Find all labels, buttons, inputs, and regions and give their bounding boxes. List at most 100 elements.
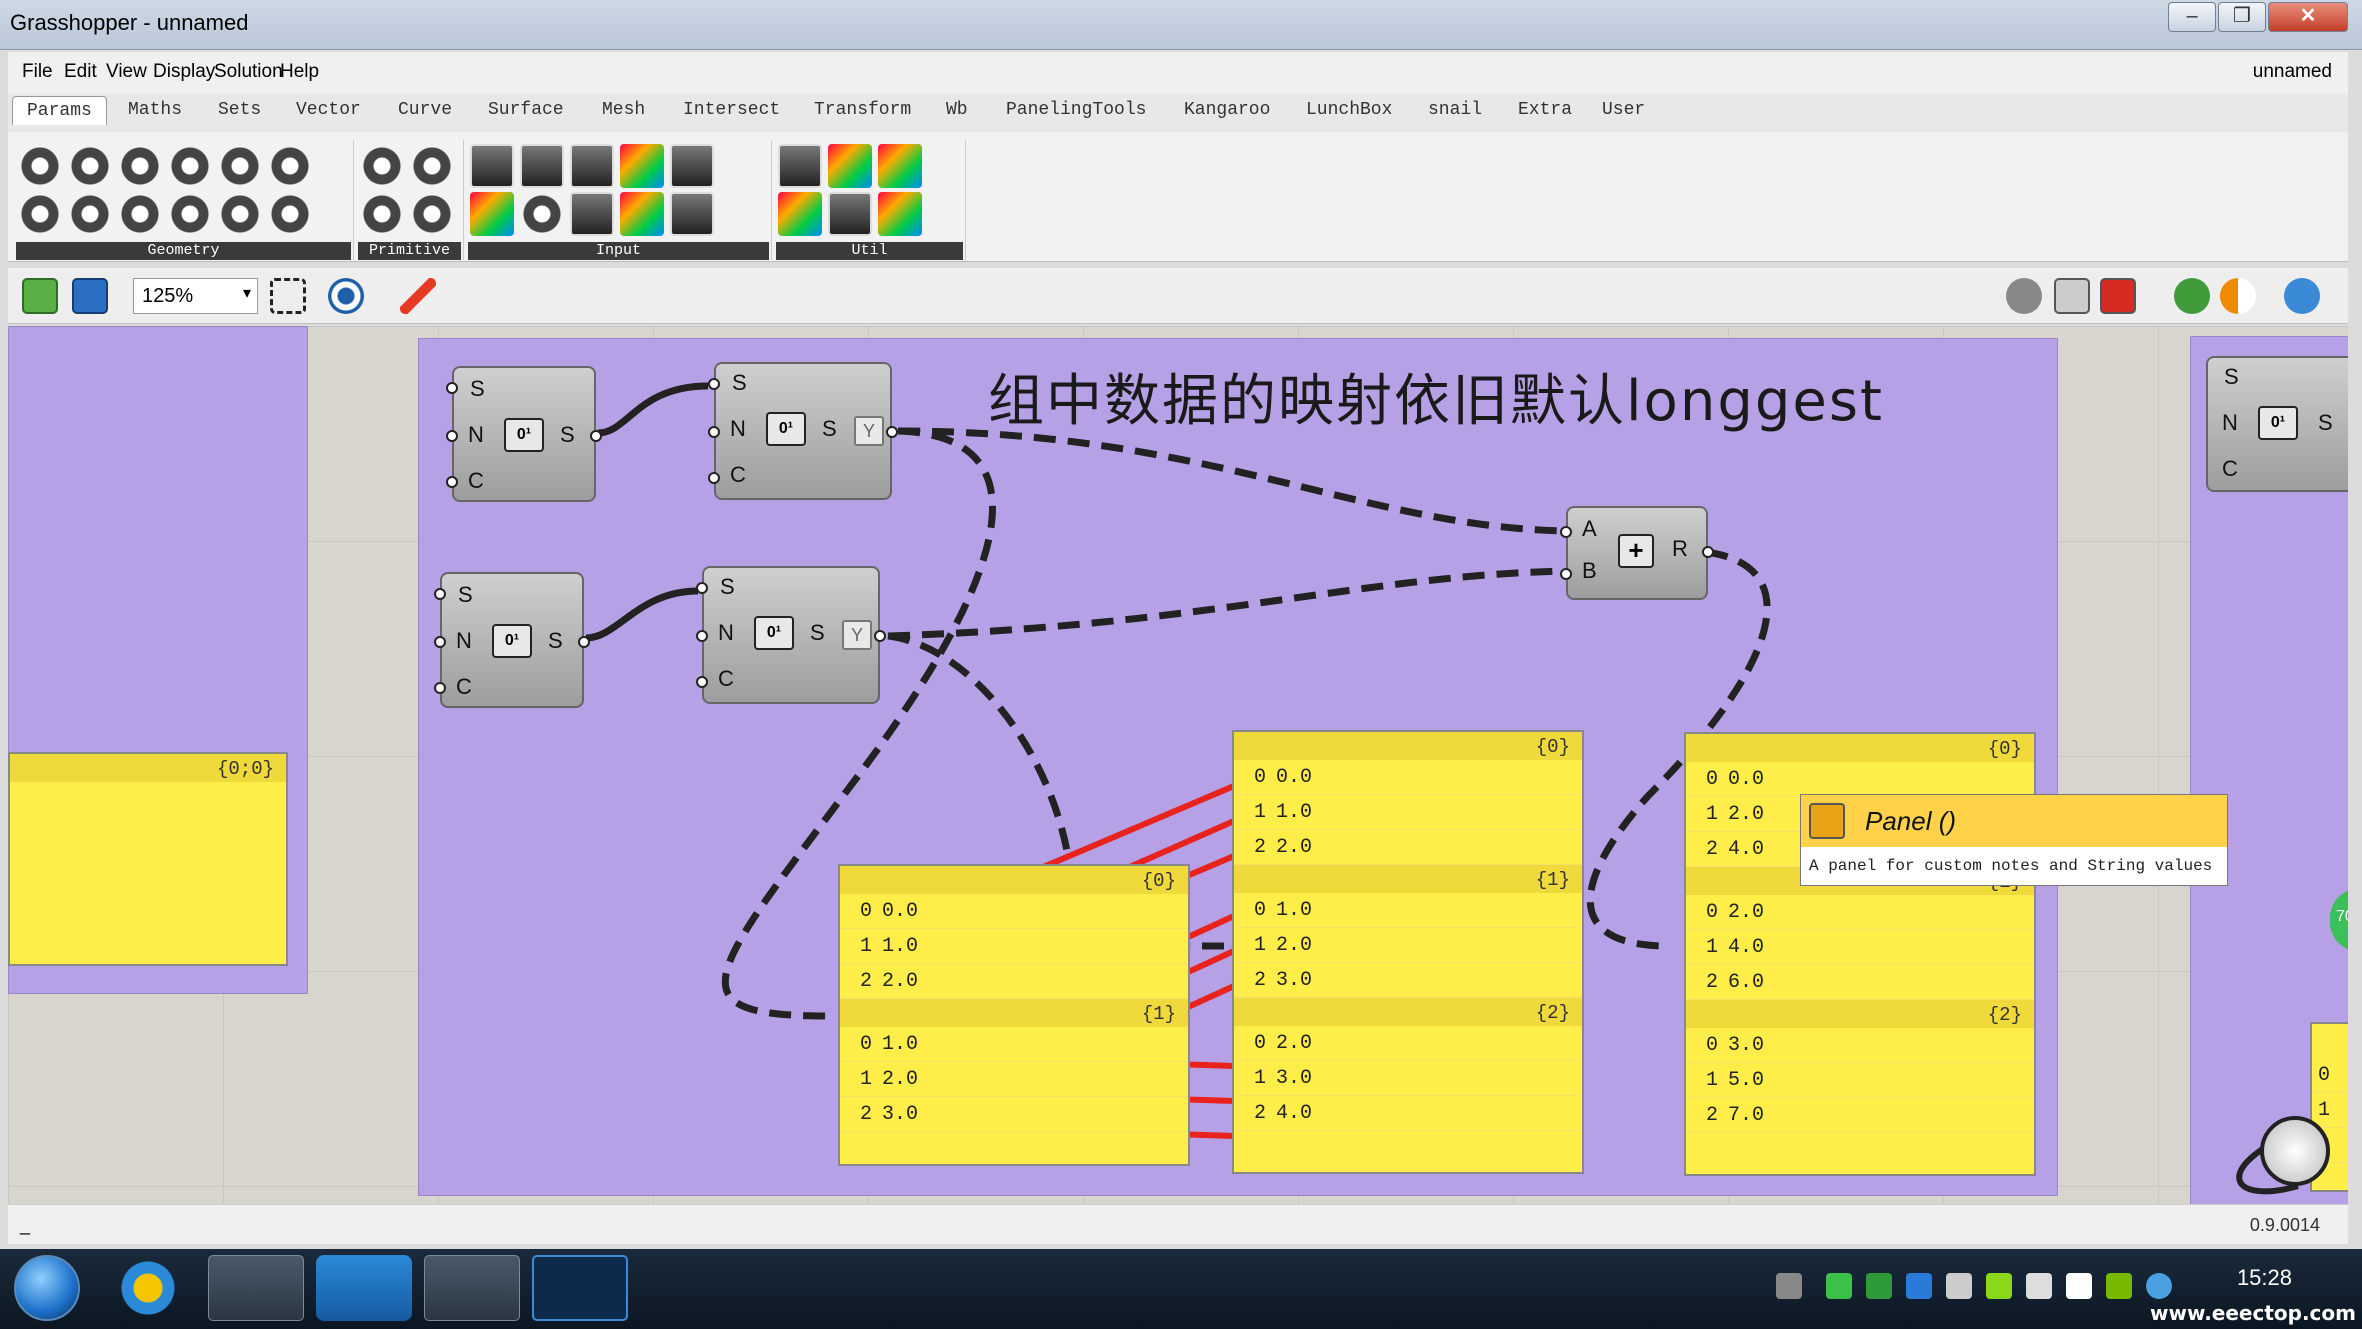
menu-display[interactable]: Display (153, 61, 215, 83)
series-component[interactable]: S N C 0¹ S Y (708, 362, 898, 500)
app-grasshopper-icon[interactable] (208, 1255, 304, 1321)
app-cloud-icon[interactable] (316, 1255, 412, 1321)
preview-eye-icon[interactable] (328, 278, 364, 314)
group-icon[interactable] (268, 192, 312, 236)
tab-vector[interactable]: Vector (296, 100, 361, 120)
signal-icon[interactable] (2066, 1273, 2092, 1299)
graph-icon[interactable] (778, 192, 822, 236)
shield-icon[interactable] (1866, 1273, 1892, 1299)
grasshopper-canvas[interactable]: 组中数据的映射依旧默认longgest {0;0} S N C 0¹ S S N… (8, 326, 2348, 1204)
slider-icon[interactable] (520, 192, 564, 236)
wire[interactable] (887, 567, 1565, 640)
minimize-button[interactable]: ‒ (2168, 2, 2216, 32)
tab-snail[interactable]: snail (1428, 100, 1482, 120)
field-icon[interactable] (218, 192, 262, 236)
device-icon[interactable] (2026, 1273, 2052, 1299)
tab-extra[interactable]: Extra (1518, 100, 1572, 120)
tab-curve[interactable]: Curve (398, 100, 452, 120)
menu-file[interactable]: File (22, 61, 53, 83)
mesh-settings-icon[interactable] (2284, 278, 2320, 314)
tab-transform[interactable]: Transform (814, 100, 911, 120)
dial-knob-icon[interactable] (2260, 1116, 2330, 1186)
addition-component[interactable]: A B + R (1560, 506, 1714, 600)
tab-sets[interactable]: Sets (218, 100, 261, 120)
ribbon-label-util[interactable]: Util (776, 242, 963, 260)
circle-icon[interactable] (68, 144, 112, 188)
menu-edit[interactable]: Edit (64, 61, 97, 83)
wire[interactable] (887, 632, 1072, 857)
sketch-pen-icon[interactable] (400, 278, 436, 314)
geometry-icon[interactable] (18, 144, 62, 188)
button-icon[interactable] (520, 144, 564, 188)
tree-icon[interactable] (778, 144, 822, 188)
app-rhino-icon[interactable] (424, 1255, 520, 1321)
ribbon-label-primitive[interactable]: Primitive (358, 242, 461, 260)
panel-icon[interactable] (470, 192, 514, 236)
wire[interactable] (597, 382, 709, 437)
plane-icon[interactable] (68, 192, 112, 236)
point-icon[interactable] (168, 192, 212, 236)
import-icon[interactable] (470, 144, 514, 188)
wire[interactable] (897, 427, 1565, 535)
tab-lunchbox[interactable]: LunchBox (1306, 100, 1392, 120)
colour-swatch-icon[interactable] (620, 192, 664, 236)
graph-mapper-icon[interactable] (670, 144, 714, 188)
tab-surface[interactable]: Surface (488, 100, 564, 120)
integer-icon[interactable] (360, 192, 404, 236)
tab-wb[interactable]: Wb (946, 100, 968, 120)
app-icon-1[interactable] (100, 1255, 196, 1321)
preview-selected-icon[interactable] (2100, 278, 2136, 314)
text-icon[interactable] (410, 192, 454, 236)
cloud-sync-icon[interactable] (1906, 1273, 1932, 1299)
network-icon[interactable] (2146, 1273, 2172, 1299)
brep-icon[interactable] (118, 144, 162, 188)
start-button[interactable] (14, 1255, 80, 1321)
series-component[interactable]: S N C 0¹ S (446, 366, 602, 502)
tab-user[interactable]: User (1602, 100, 1645, 120)
tab-intersect[interactable]: Intersect (683, 100, 780, 120)
render-icon[interactable] (2220, 278, 2256, 314)
boolean-icon[interactable] (360, 144, 404, 188)
series-component[interactable]: S N C 0¹ S (434, 572, 590, 708)
series-component[interactable]: S N C 0¹ S Y (696, 566, 886, 704)
clock[interactable]: 15:28 (2237, 1265, 2292, 1291)
volume-icon[interactable] (1946, 1273, 1972, 1299)
gradient-icon[interactable] (620, 144, 664, 188)
plus-tray-icon[interactable] (1986, 1273, 2012, 1299)
preview-shaded-icon[interactable] (2054, 278, 2090, 314)
legend-icon[interactable] (828, 144, 872, 188)
menu-view[interactable]: View (106, 61, 147, 83)
app-photoshop-icon[interactable] (532, 1255, 628, 1321)
read-file-icon[interactable] (670, 192, 714, 236)
box-icon[interactable] (218, 144, 262, 188)
bake-icon[interactable] (2174, 278, 2210, 314)
surface-icon[interactable] (168, 144, 212, 188)
zoom-dropdown[interactable]: 125% ▾ (133, 278, 258, 314)
wifi-icon[interactable] (1826, 1273, 1852, 1299)
number-icon[interactable] (410, 144, 454, 188)
tab-mesh[interactable]: Mesh (602, 100, 645, 120)
zoom-extents-icon[interactable] (270, 278, 306, 314)
tab-maths[interactable]: Maths (128, 100, 182, 120)
line-icon[interactable] (18, 192, 62, 236)
flask-icon[interactable] (878, 192, 922, 236)
value-list-icon[interactable] (570, 192, 614, 236)
tab-params[interactable]: Params (12, 96, 107, 125)
mesh-icon[interactable] (268, 144, 312, 188)
tab-kangaroo[interactable]: Kangaroo (1184, 100, 1270, 120)
cluster-icon[interactable] (878, 144, 922, 188)
open-file-icon[interactable] (22, 278, 58, 314)
nvidia-icon[interactable] (2106, 1273, 2132, 1299)
maximize-button[interactable]: ❐ (2218, 2, 2266, 32)
curve-icon[interactable] (118, 192, 162, 236)
close-button[interactable]: ✕ (2268, 2, 2348, 32)
input-panel[interactable]: {0} 0 0.0 1 1.0 2 2.0 {1} 0 1.0 1 2.0 2 3.0 (838, 864, 1190, 1166)
wire[interactable] (585, 587, 699, 642)
save-file-icon[interactable] (72, 278, 108, 314)
ribbon-label-geometry[interactable]: Geometry (16, 242, 351, 260)
preview-wireframe-icon[interactable] (2006, 278, 2042, 314)
abc-icon[interactable] (828, 192, 872, 236)
series-component[interactable]: S N C 0¹ S (2206, 356, 2348, 492)
menu-solution[interactable]: Solution (214, 61, 283, 83)
keyboard-icon[interactable] (1776, 1273, 1802, 1299)
